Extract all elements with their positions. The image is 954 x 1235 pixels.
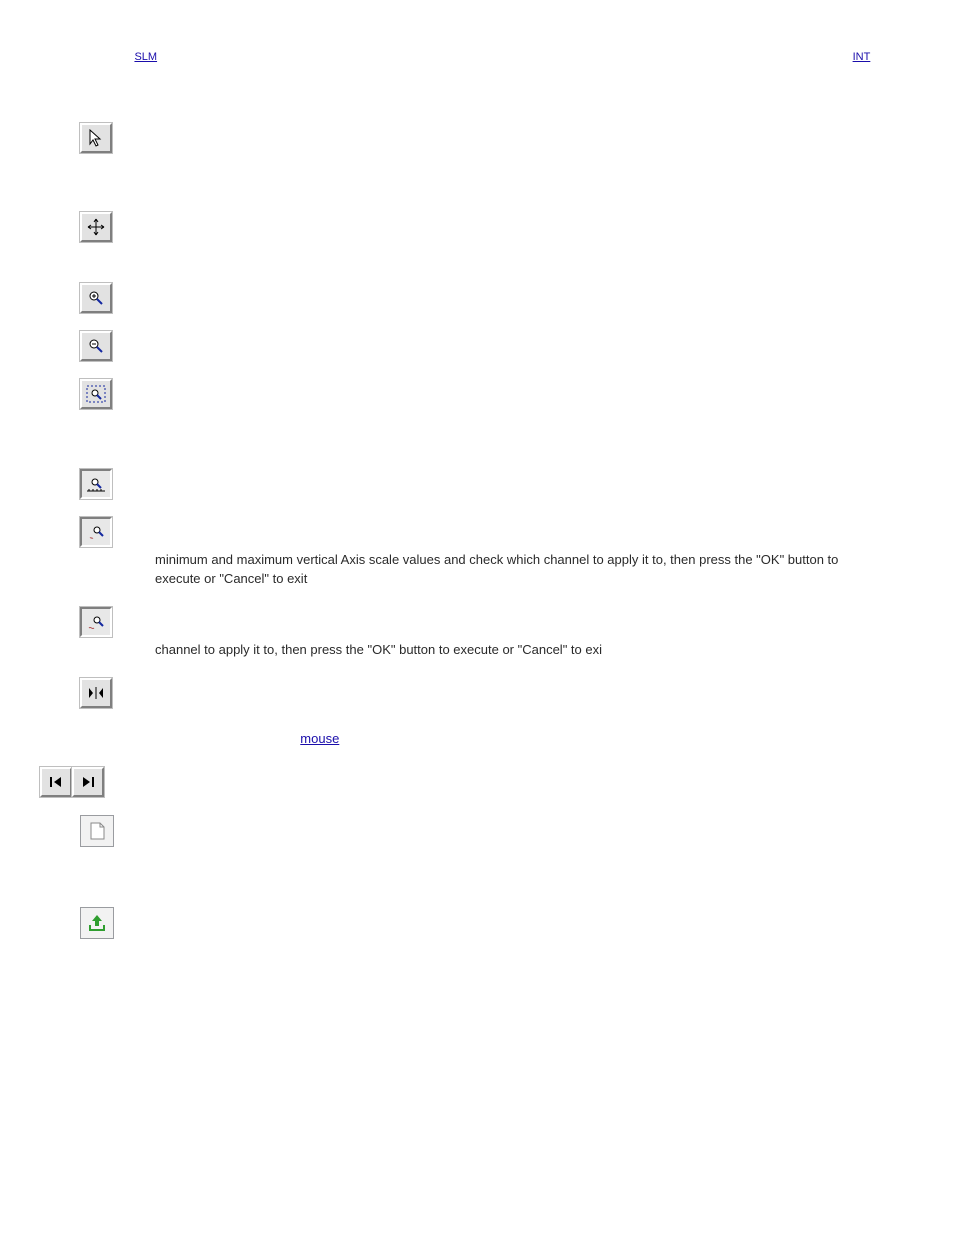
item-zoom-in: Selecting the Zoom + icon button allows …: [80, 283, 874, 313]
zoom-box-icon[interactable]: [80, 379, 112, 409]
item-export-body: button on either display (data) window o…: [155, 943, 874, 962]
item-cursor-lead: Selecting the Cursor icon button allows …: [122, 129, 773, 144]
item-manual-scale-y-lead: Selecting the Manual Scale Y icon button…: [122, 524, 711, 539]
move-icon[interactable]: [80, 212, 112, 242]
item-move-body: mouse button down and drag the mouse in …: [155, 246, 874, 265]
item-new-annotation-body: This function allows to place a flag in …: [155, 851, 874, 889]
start-marker-icon[interactable]: [40, 767, 72, 797]
zoom-in-icon[interactable]: [80, 283, 112, 313]
item-manual-scale-y: Selecting the Manual Scale Y icon button…: [80, 517, 874, 589]
item-marker-pair-body: screen shot below) which allows one to s…: [155, 712, 874, 750]
item-new-annotation-lead: Selecting the annotation icon button all…: [124, 823, 707, 838]
item-export-lead: Selecting the green up arrow icon button…: [124, 914, 773, 929]
header-left-suffix: Utility software (831-INT(32)) program: [157, 51, 345, 63]
item-zoom-out-lead: Selecting the Zoom - icon button allows …: [122, 338, 668, 353]
auto-scale-x-icon[interactable]: [80, 469, 112, 499]
zoom-out-icon[interactable]: [80, 331, 112, 361]
manual-scale-y-icon[interactable]: [80, 517, 112, 547]
item-auto-scale-x-lead: Selecting the Auto Scale X icon button r…: [122, 476, 547, 491]
cursor-icon[interactable]: [80, 123, 112, 153]
item-zoom-in-lead: Selecting the Zoom + icon button allows …: [122, 290, 659, 305]
item-manual-scale-x: Selecting the Manual Scale X icon button…: [80, 607, 874, 660]
item-zoom-box-body: full width of the display window by clic…: [155, 413, 874, 451]
item-manual-scale-x-lead: Selecting the Manual Scale X icon button…: [122, 613, 769, 628]
item-cursor-body: the top of the display window from left …: [155, 157, 874, 195]
item-new-annotation: Selecting the annotation icon button all…: [80, 815, 874, 889]
item-manual-scale-y-body: minimum and maximum vertical Axis scale …: [155, 551, 874, 589]
item-marker-pair: Selecting the Markers pair icon button p…: [80, 678, 874, 750]
marker-pair-icon[interactable]: [80, 678, 112, 708]
item-auto-scale-x: Selecting the Auto Scale X icon button r…: [80, 469, 874, 499]
end-marker-icon[interactable]: [72, 767, 104, 797]
export-icon[interactable]: [80, 907, 114, 939]
intro-line: The twelve icon buttons on the sub-toolb…: [80, 87, 579, 102]
item-marker-pair-lead: Selecting the Markers pair icon button p…: [122, 684, 759, 699]
item-start-end-lead: Selecting the start or end Marker icon b…: [114, 774, 585, 789]
header-left-prefix: Model 831: [80, 51, 134, 63]
page-header: Model 831 SLM Utility software (831-INT(…: [80, 50, 874, 66]
marker-pair-body-suffix: button): [339, 731, 383, 746]
item-cursor: Selecting the Cursor icon button allows …: [80, 123, 874, 195]
item-start-end-marker: Selecting the start or end Marker icon b…: [40, 767, 874, 797]
header-right-suffix: ): [870, 51, 874, 63]
marker-pair-body-prefix: screen shot below) which allows one to s…: [155, 713, 854, 747]
header-left-link[interactable]: SLM: [134, 51, 157, 63]
item-zoom-box-lead: Selecting the dotted outline zoom icon b…: [122, 386, 775, 401]
item-manual-scale-x-body: channel to apply it to, then press the "…: [155, 641, 874, 660]
manual-scale-x-icon[interactable]: [80, 607, 112, 637]
header-right-prefix: Interpolated Data Display (831-: [700, 51, 852, 63]
item-zoom-out: Selecting the Zoom - icon button allows …: [80, 331, 874, 361]
item-move: Selecting the 4 way-arrow icon button al…: [80, 212, 874, 265]
new-annotation-icon[interactable]: [80, 815, 114, 847]
marker-pair-body-link[interactable]: mouse: [300, 731, 339, 746]
item-move-lead: Selecting the 4 way-arrow icon button al…: [122, 219, 771, 234]
header-right-link[interactable]: INT: [853, 51, 871, 63]
intro-text: The twelve icon buttons on the sub-toolb…: [80, 86, 874, 105]
item-zoom-box: Selecting the dotted outline zoom icon b…: [80, 379, 874, 451]
item-export: Selecting the green up arrow icon button…: [80, 907, 874, 962]
